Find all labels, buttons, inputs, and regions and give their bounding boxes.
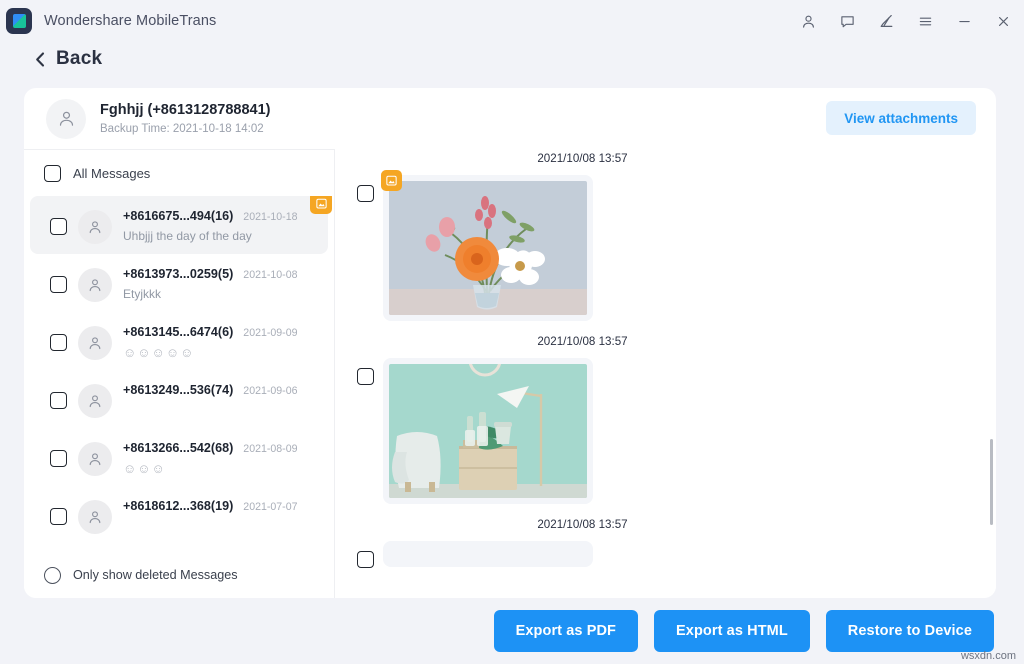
conversation-preview: ☺☺☺☺☺ (123, 345, 316, 360)
conversation-date: 2021-07-07 (243, 501, 297, 513)
conversation-preview: ☺☺☺ (123, 461, 316, 476)
message-bubble[interactable] (383, 175, 593, 321)
conversation-checkbox[interactable] (50, 334, 67, 351)
conversation-checkbox[interactable] (50, 218, 67, 235)
message-row (353, 175, 972, 321)
contact-avatar-icon (78, 442, 112, 476)
conversation-card: Fghhjj (+8613128788841) Backup Time: 202… (24, 88, 996, 598)
message-row (353, 358, 972, 504)
export-as-pdf-button[interactable]: Export as PDF (494, 610, 638, 652)
conversation-number: +8618612...368(19) (123, 499, 233, 513)
conversation-details: +8616675...494(16) 2021-10-18 Uhbjjj the d… (123, 206, 316, 243)
mobiletrans-logo (6, 8, 32, 34)
conversation-item[interactable]: +8616675...494(16) 2021-10-18 Uhbjjj the d… (30, 196, 328, 254)
back-button[interactable]: Back (0, 42, 102, 76)
minimize-icon[interactable] (953, 10, 975, 32)
conversation-date: 2021-08-09 (243, 443, 297, 455)
message-timestamp: 2021/10/08 13:57 (353, 149, 812, 175)
conversation-item[interactable]: +8613266...542(68) 2021-08-09 ☺☺☺ (30, 428, 328, 486)
title-bar: Wondershare MobileTrans (0, 0, 1024, 42)
conversation-number: +8613973...0259(5) (123, 267, 233, 281)
avatar (46, 99, 86, 139)
all-messages-checkbox[interactable] (44, 165, 61, 182)
conversation-details: +8613145...6474(6) 2021-09-09 ☺☺☺☺☺ (123, 322, 316, 360)
conversation-number: +8613249...536(74) (123, 383, 233, 397)
account-icon[interactable] (797, 10, 819, 32)
message-timestamp: 2021/10/08 13:57 (353, 504, 812, 541)
conversation-number: +8613266...542(68) (123, 441, 233, 455)
conversation-item[interactable]: +8618612...368(19) 2021-07-07 (30, 486, 328, 534)
watermark: wsxdn.com (961, 650, 1016, 662)
conversation-date: 2021-10-08 (243, 269, 297, 281)
message-checkbox[interactable] (357, 551, 374, 568)
message-scrollbar-thumb[interactable] (990, 439, 993, 525)
card-body: All Messages +8616675...494(16) 2021-10-1… (24, 149, 996, 598)
conversation-preview: Etyjkkk (123, 287, 316, 301)
all-messages-label: All Messages (73, 166, 150, 181)
contact-avatar-icon (78, 210, 112, 244)
image-badge-icon (310, 196, 332, 214)
app-title: Wondershare MobileTrans (44, 13, 216, 29)
chevron-left-icon (34, 51, 47, 68)
conversation-checkbox[interactable] (50, 276, 67, 293)
action-bar: Export as PDF Export as HTML Restore to … (0, 598, 1024, 664)
export-as-html-button[interactable]: Export as HTML (654, 610, 810, 652)
message-group: 2021/10/08 13:57 (353, 321, 972, 504)
contact-avatar-icon (78, 384, 112, 418)
conversation-details: +8613973...0259(5) 2021-10-08 Etyjkkk (123, 264, 316, 301)
conversation-item[interactable]: +8613973...0259(5) 2021-10-08 Etyjkkk (30, 254, 328, 312)
only-deleted-label: Only show deleted Messages (73, 568, 238, 582)
conversation-sidebar: All Messages +8616675...494(16) 2021-10-1… (24, 149, 335, 598)
logo-glyph (13, 14, 26, 28)
close-icon[interactable] (992, 10, 1014, 32)
conversation-item[interactable]: +8613145...6474(6) 2021-09-09 ☺☺☺☺☺ (30, 312, 328, 370)
message-bubble[interactable] (383, 358, 593, 504)
only-deleted-row[interactable]: Only show deleted Messages (24, 552, 333, 598)
feedback-icon[interactable] (836, 10, 858, 32)
conversation-details: +8618612...368(19) 2021-07-07 (123, 496, 316, 513)
conversation-date: 2021-10-18 (243, 211, 297, 223)
conversation-checkbox[interactable] (50, 508, 67, 525)
message-photo[interactable] (389, 181, 587, 315)
menu-icon[interactable] (914, 10, 936, 32)
message-checkbox[interactable] (357, 185, 374, 202)
view-attachments-button[interactable]: View attachments (826, 101, 976, 135)
image-badge-icon (381, 170, 402, 191)
backup-time: Backup Time: 2021-10-18 14:02 (100, 122, 270, 136)
contact-avatar-icon (78, 326, 112, 360)
contact-name: Fghhjj (+8613128788841) (100, 101, 270, 119)
conversation-date: 2021-09-09 (243, 327, 297, 339)
message-bubble[interactable] (383, 541, 593, 567)
conversation-details: +8613249...536(74) 2021-09-06 (123, 380, 316, 397)
message-panel: 2021/10/08 13:57 2021/10/08 13:57 2021/10/… (335, 149, 996, 598)
conversation-checkbox[interactable] (50, 392, 67, 409)
conversation-number: +8616675...494(16) (123, 209, 233, 223)
message-row (353, 541, 972, 568)
edit-pen-icon[interactable] (875, 10, 897, 32)
message-group: 2021/10/08 13:57 (353, 504, 972, 568)
message-group: 2021/10/08 13:57 (353, 149, 972, 321)
contact-avatar-icon (78, 268, 112, 302)
window-controls (797, 0, 1014, 42)
conversation-list: +8616675...494(16) 2021-10-18 Uhbjjj the d… (24, 196, 334, 534)
contact-avatar-icon (78, 500, 112, 534)
conversation-item[interactable]: +8613249...536(74) 2021-09-06 (30, 370, 328, 428)
conversation-number: +8613145...6474(6) (123, 325, 233, 339)
contact-header: Fghhjj (+8613128788841) Backup Time: 202… (24, 88, 996, 149)
message-photo[interactable] (389, 364, 587, 498)
restore-to-device-button[interactable]: Restore to Device (826, 610, 994, 652)
conversation-details: +8613266...542(68) 2021-08-09 ☺☺☺ (123, 438, 316, 476)
all-messages-row[interactable]: All Messages (24, 149, 334, 196)
only-deleted-radio[interactable] (44, 567, 61, 584)
back-label: Back (56, 48, 102, 70)
message-list: 2021/10/08 13:57 2021/10/08 13:57 2021/10/… (335, 149, 996, 568)
message-checkbox[interactable] (357, 368, 374, 385)
conversation-checkbox[interactable] (50, 450, 67, 467)
message-timestamp: 2021/10/08 13:57 (353, 321, 812, 358)
conversation-date: 2021-09-06 (243, 385, 297, 397)
conversation-preview: Uhbjjj the day of the day (123, 229, 316, 243)
